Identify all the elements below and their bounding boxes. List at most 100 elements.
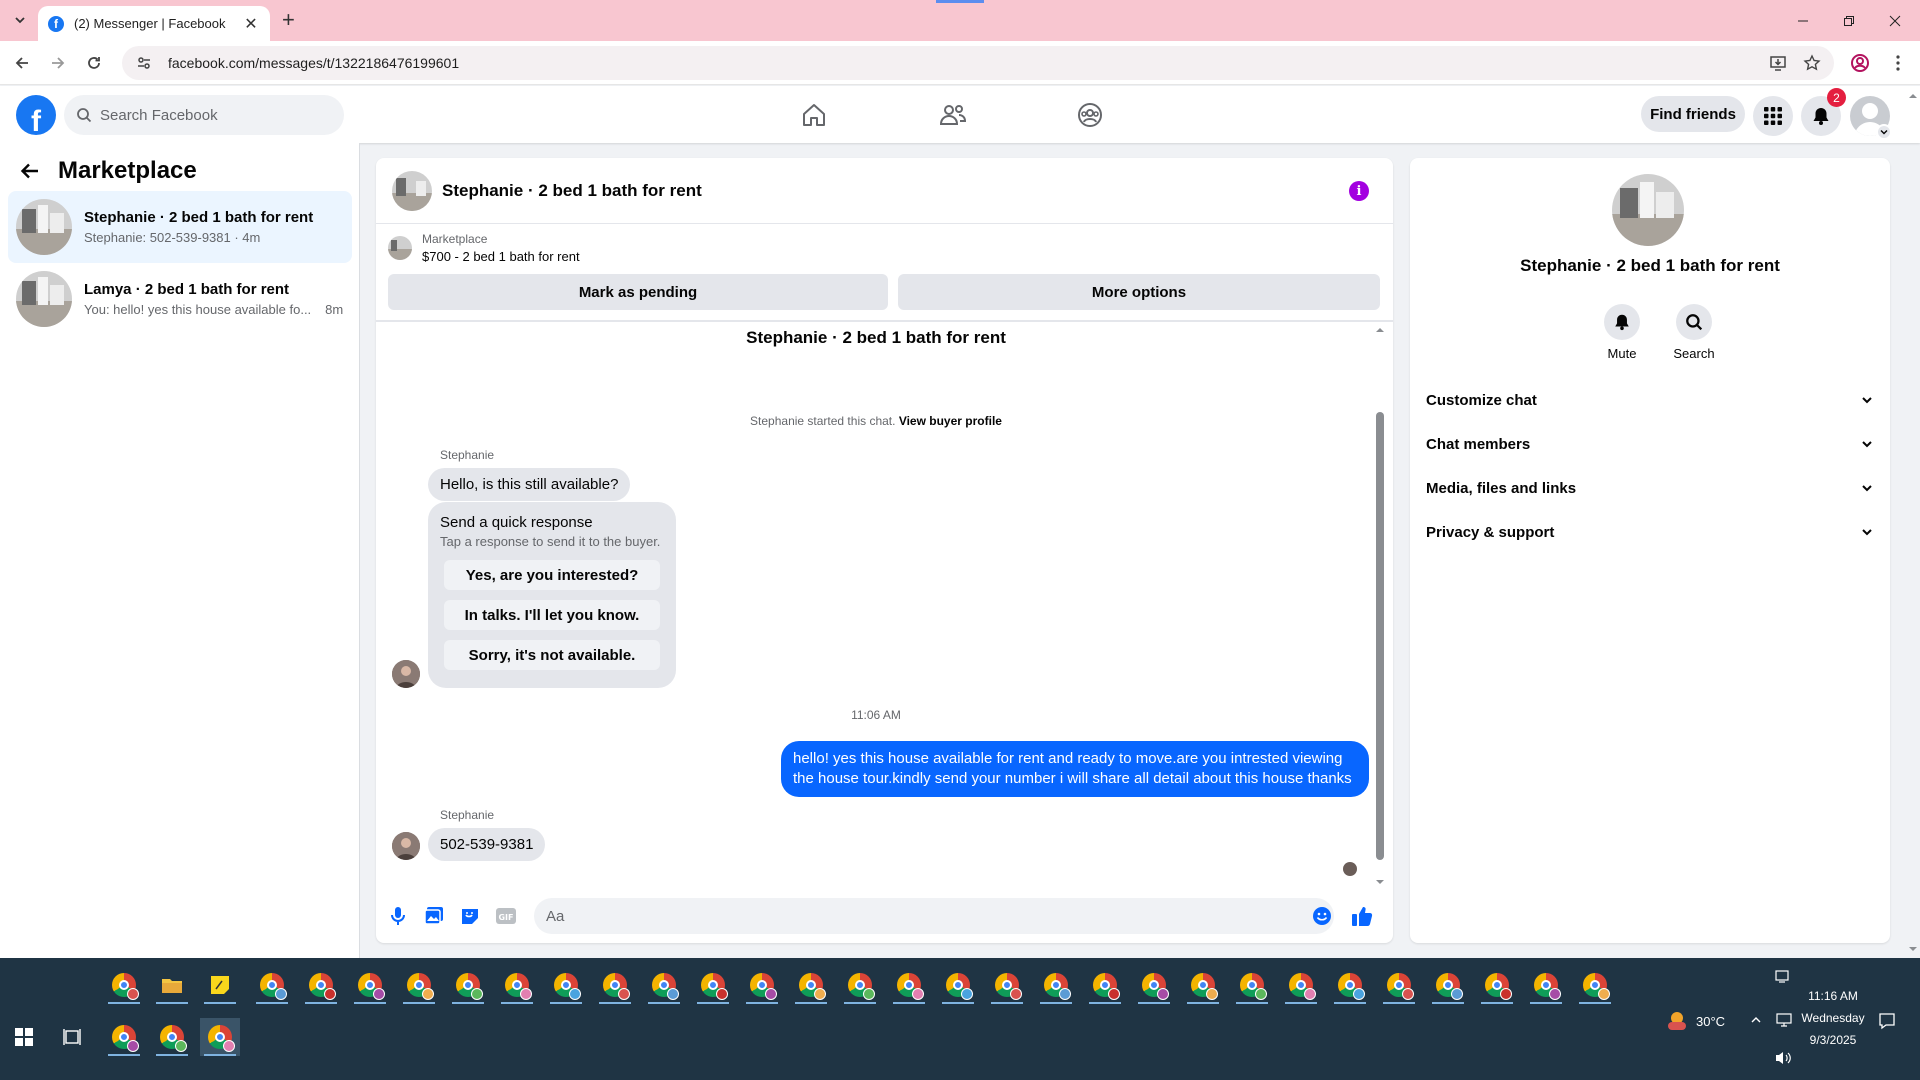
facebook-search-input[interactable]: Search Facebook [64,95,344,135]
find-friends-button[interactable]: Find friends [1641,96,1745,132]
chrome-window-button[interactable] [104,1018,144,1056]
close-tab-icon[interactable]: ✕ [242,14,260,34]
chrome-window-button[interactable] [546,966,586,1004]
chrome-window-button[interactable] [399,966,439,1004]
chrome-window-button[interactable] [252,966,292,1004]
url-field[interactable]: facebook.com/messages/t/1322186476199601 [122,46,1834,80]
page-scroll-down-icon[interactable] [1908,945,1918,953]
profile-avatar[interactable] [1612,174,1684,246]
more-options-button[interactable]: More options [898,274,1380,310]
media-files-links-row[interactable]: Media, files and links [1426,470,1874,506]
chrome-window-button[interactable] [840,966,880,1004]
menu-grid-button[interactable] [1753,96,1793,136]
task-view-button[interactable] [52,1018,92,1056]
chrome-window-button[interactable] [987,966,1027,1004]
quick-response-option[interactable]: Yes, are you interested? [444,560,660,590]
show-hidden-icons-button[interactable] [1750,1014,1762,1026]
quick-response-option[interactable]: Sorry, it's not available. [444,640,660,670]
chrome-window-button[interactable] [350,966,390,1004]
file-explorer-button[interactable] [152,966,192,1004]
chrome-window-button[interactable] [1085,966,1125,1004]
emoji-button[interactable] [1310,904,1334,928]
close-window-button[interactable] [1872,0,1918,41]
new-tab-button[interactable]: + [282,9,295,31]
chrome-window-button[interactable] [1281,966,1321,1004]
tab-search-button[interactable] [8,8,32,32]
notification-center-button[interactable] [1878,1012,1896,1030]
voice-clip-button[interactable] [386,904,410,928]
chrome-window-button[interactable] [448,966,488,1004]
mute-button[interactable]: Mute [1592,304,1652,361]
chrome-window-button[interactable] [644,966,684,1004]
browser-menu-button[interactable] [1886,51,1910,75]
back-button[interactable] [10,51,34,75]
chrome-window-button[interactable] [693,966,733,1004]
friends-nav-button[interactable] [938,100,968,130]
groups-nav-button[interactable] [1075,100,1105,130]
chrome-window-button[interactable] [938,966,978,1004]
volume-icon[interactable] [1774,1050,1792,1066]
chrome-window-button[interactable] [104,966,144,1004]
clock-time[interactable]: 11:16 AM [1794,989,1872,1003]
chrome-window-button[interactable] [200,1018,240,1056]
scrollbar-thumb[interactable] [1376,412,1384,860]
chat-members-row[interactable]: Chat members [1426,426,1874,462]
chrome-window-button[interactable] [1379,966,1419,1004]
view-buyer-profile-link[interactable]: View buyer profile [899,414,1002,428]
chat-title[interactable]: Stephanie · 2 bed 1 bath for rent [442,181,702,201]
mark-as-pending-button[interactable]: Mark as pending [388,274,888,310]
facebook-logo-icon[interactable]: f [16,95,56,135]
chrome-window-button[interactable] [301,966,341,1004]
chrome-window-button[interactable] [595,966,635,1004]
chrome-window-button[interactable] [1183,966,1223,1004]
quick-response-option[interactable]: In talks. I'll let you know. [444,600,660,630]
chrome-window-button[interactable] [1134,966,1174,1004]
attach-photo-button[interactable] [422,904,446,928]
desktop-peek-icon[interactable] [1774,968,1790,984]
clock-day[interactable]: Wednesday [1794,1011,1872,1025]
page-scroll-up-icon[interactable] [1908,92,1918,100]
scroll-down-icon[interactable] [1375,878,1385,886]
start-button[interactable] [4,1018,44,1056]
chat-scrollbar[interactable] [1375,326,1385,886]
reload-button[interactable] [82,51,106,75]
chrome-window-button[interactable] [497,966,537,1004]
scroll-up-icon[interactable] [1375,326,1385,334]
sticker-button[interactable] [458,904,482,928]
back-arrow-icon[interactable] [20,161,40,181]
chrome-window-button[interactable] [1232,966,1272,1004]
clock-date[interactable]: 9/3/2025 [1794,1033,1872,1047]
chrome-window-button[interactable] [152,1018,192,1056]
weather-icon[interactable] [1664,1008,1690,1034]
like-button[interactable] [1350,904,1374,928]
chrome-window-button[interactable] [1428,966,1468,1004]
conversation-item-stephanie[interactable]: Stephanie · 2 bed 1 bath for rent Stepha… [8,191,352,263]
chrome-window-button[interactable] [1526,966,1566,1004]
chrome-window-button[interactable] [791,966,831,1004]
chrome-window-button[interactable] [1575,966,1615,1004]
conversation-item-lamya[interactable]: Lamya · 2 bed 1 bath for rent You: hello… [8,263,352,335]
customize-chat-row[interactable]: Customize chat [1426,382,1874,418]
listing-summary[interactable]: Marketplace $700 - 2 bed 1 bath for rent [388,232,580,264]
chrome-window-button[interactable] [1330,966,1370,1004]
restore-button[interactable] [1826,0,1872,41]
browser-tab[interactable]: f (2) Messenger | Facebook ✕ [38,6,270,41]
home-nav-button[interactable] [799,100,829,130]
install-app-button[interactable] [1766,51,1790,75]
minimize-button[interactable] [1780,0,1826,41]
gif-button[interactable]: GIF [494,904,518,928]
profile-button[interactable] [1848,51,1872,75]
message-input[interactable]: Aa [534,898,1334,934]
forward-button[interactable] [46,51,70,75]
chat-avatar[interactable] [392,170,432,211]
chrome-window-button[interactable] [742,966,782,1004]
chrome-window-button[interactable] [1477,966,1517,1004]
bookmark-button[interactable] [1800,51,1824,75]
account-menu-chevron[interactable] [1876,124,1892,140]
info-icon[interactable]: i [1349,181,1369,201]
sender-avatar[interactable] [392,660,420,688]
sticky-notes-button[interactable] [200,966,240,1004]
network-icon[interactable] [1776,1012,1792,1028]
privacy-support-row[interactable]: Privacy & support [1426,514,1874,550]
sender-avatar[interactable] [392,832,420,860]
